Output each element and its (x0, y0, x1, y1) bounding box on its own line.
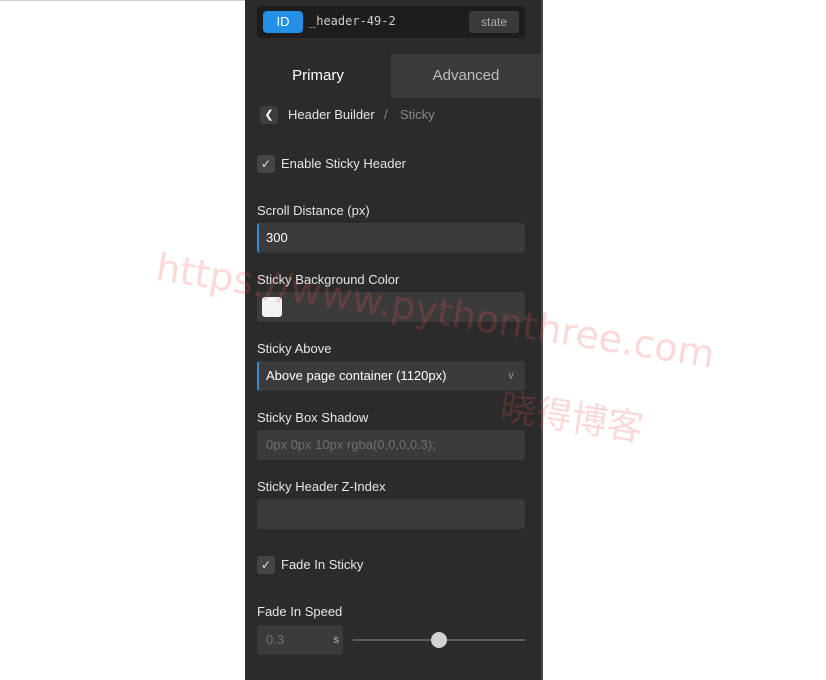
tab-primary[interactable]: Primary (245, 54, 391, 98)
id-badge[interactable]: ID (263, 11, 303, 33)
check-icon[interactable]: ✓ (257, 155, 275, 173)
sticky-bg-label: Sticky Background Color (257, 272, 400, 287)
check-icon[interactable]: ✓ (257, 556, 275, 574)
z-index-input[interactable] (257, 499, 525, 529)
fade-speed-value: 0.3 (266, 632, 285, 647)
fade-speed-unit: s (333, 634, 340, 646)
fade-speed-label: Fade In Speed (257, 604, 343, 619)
sticky-bg-color-field[interactable] (257, 292, 525, 322)
fade-speed-slider[interactable] (353, 632, 525, 648)
sticky-above-label: Sticky Above (257, 341, 332, 356)
color-swatch[interactable] (262, 297, 282, 317)
box-shadow-input[interactable]: 0px 0px 10px rgba(0,0,0,0.3); (257, 430, 525, 460)
breadcrumb-separator: / (384, 107, 388, 122)
box-shadow-placeholder: 0px 0px 10px rgba(0,0,0,0.3); (266, 437, 436, 452)
enable-sticky-label: Enable Sticky Header (281, 156, 407, 171)
scroll-distance-label: Scroll Distance (px) (257, 203, 370, 218)
top-divider (0, 0, 245, 1)
chevron-down-icon: ∨ (506, 370, 515, 382)
breadcrumb-parent[interactable]: Header Builder (288, 107, 375, 122)
fade-speed-input[interactable]: 0.3 s (257, 625, 343, 655)
properties-panel: ID _header-49-2 state Primary Advanced ❮… (245, 0, 541, 680)
breadcrumb-current: Sticky (400, 107, 435, 122)
box-shadow-label: Sticky Box Shadow (257, 410, 369, 425)
z-index-label: Sticky Header Z-Index (257, 479, 386, 494)
slider-thumb[interactable] (431, 632, 447, 648)
fade-in-label: Fade In Sticky (281, 557, 364, 572)
element-id-bar: ID _header-49-2 state (257, 6, 525, 38)
sticky-above-select[interactable]: Above page container (1120px) ∨ (257, 361, 525, 391)
state-button[interactable]: state (469, 11, 519, 33)
panel-tabs: Primary Advanced (245, 54, 541, 98)
scroll-distance-input[interactable]: 300 (257, 223, 525, 253)
chevron-left-icon[interactable]: ❮ (260, 106, 278, 124)
element-id-name[interactable]: _header-49-2 (309, 14, 396, 28)
tab-advanced[interactable]: Advanced (391, 54, 541, 98)
panel-edge (541, 0, 543, 680)
sticky-above-value: Above page container (1120px) (266, 368, 447, 383)
